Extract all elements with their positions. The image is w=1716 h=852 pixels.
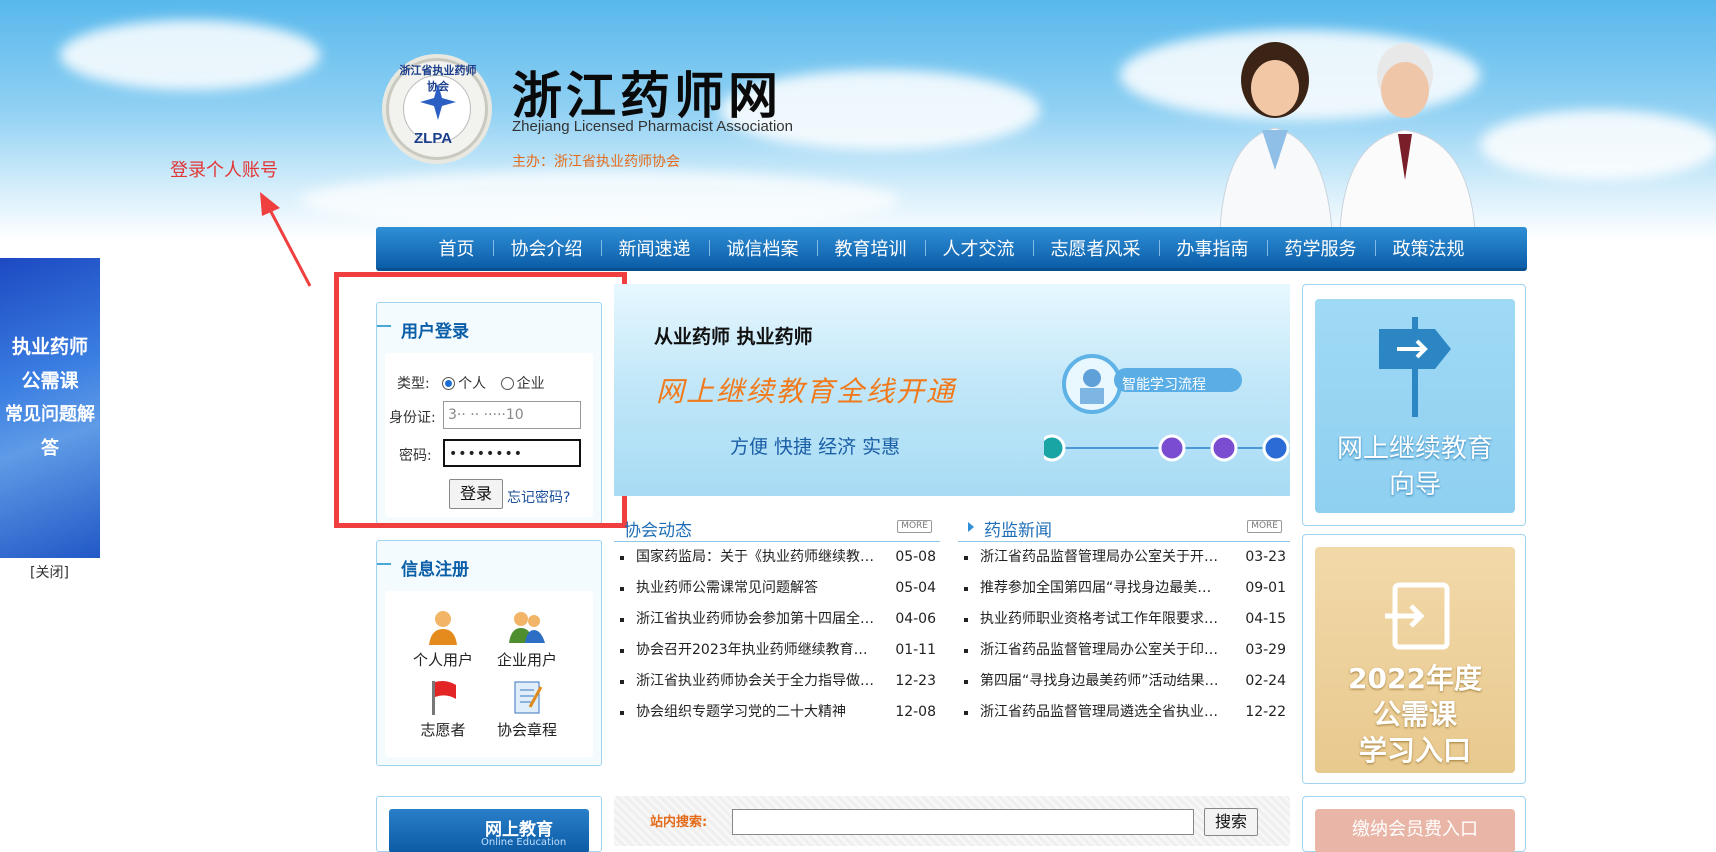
association-news-more[interactable]: MORE [897,520,932,533]
floating-ad-line1: 执业药师 [11,336,88,358]
nav-integrity[interactable]: 诚信档案 [708,235,817,261]
nav-talent[interactable]: 人才交流 [924,235,1033,261]
list-item[interactable]: 浙江省药品监督管理局办公室关于印发的通知03-29 [958,635,1290,666]
register-volunteer-label: 志愿者 [420,721,466,739]
nav-news[interactable]: 新闻速递 [600,235,709,261]
drug-news-more[interactable]: MORE [1247,520,1282,533]
nav-education[interactable]: 教育培训 [816,235,925,261]
learning-flow-graphic [1044,354,1290,462]
edu-guide-line1: 网上继续教育 [1336,434,1493,464]
site-subtitle: Zhejiang Licensed Pharmacist Association [512,118,793,135]
register-charter-label: 协会章程 [496,721,557,739]
list-item[interactable]: 浙江省药品监督管理局遴选全省执业药师 12-22 [958,697,1290,728]
register-volunteer[interactable]: 志愿者 [403,679,483,740]
register-charter[interactable]: 协会章程 [487,679,567,740]
list-item[interactable]: 协会召开2023年执业药师继续教育工作会议01-11 [614,635,940,666]
nav-about[interactable]: 协会介绍 [492,235,601,261]
edu-guide-line2: 向导 [1388,470,1441,500]
list-item[interactable]: 第四届“寻找身边最美药师”活动结果公示 02-24 [958,666,1290,697]
register-personal-label: 个人用户 [412,651,473,669]
star-icon [420,84,456,120]
association-news-title: 协会动态 [624,521,692,541]
person-icon [429,611,457,645]
enter-icon [1385,582,1450,650]
online-edu-button[interactable]: 网上教育 Online Education [389,809,589,852]
membership-label: 缴纳会员费入口 [1315,809,1515,852]
nav-pharmacy-service[interactable]: 药学服务 [1266,235,1375,261]
annotation-label: 登录个人账号 [170,160,278,181]
annotation-arrow-icon [260,192,312,287]
list-item[interactable]: 国家药监局：关于《执业药师继续教育暂行规定》的公告05-08 [614,542,940,573]
logo-abbr: ZLPA [414,130,453,147]
register-title: 信息注册 [401,560,469,580]
public-course-card[interactable]: 2022年度 公需课 学习入口 [1302,534,1526,784]
triangle-right-icon [968,522,974,532]
floating-ad-close[interactable]: [关闭] [30,562,69,582]
banner-line2: 网上继续教育全线开通 [656,375,957,408]
flow-label: 智能学习流程 [1122,377,1206,393]
list-item[interactable]: 浙江省执业药师协会参加第十四届全国执业药师大会04-06 [614,604,940,635]
highlight-frame [334,272,627,528]
list-item[interactable]: 浙江省药品监督管理局办公室关于开展相关工作的通知03-23 [958,542,1290,573]
nav-home[interactable]: 首页 [421,235,493,261]
register-enterprise[interactable]: 企业用户 [487,609,567,670]
register-panel: 信息注册 个人用户 企业用户 志愿者 协会章程 [376,540,602,766]
flag-icon [432,681,456,715]
register-enterprise-label: 企业用户 [496,651,557,669]
register-personal[interactable]: 个人用户 [403,609,483,670]
membership-card[interactable]: 缴纳会员费入口 [1302,796,1526,852]
doctors-illustration [1219,42,1476,230]
main-nav: 首页 协会介绍 新闻速递 诚信档案 教育培训 人才交流 志愿者风采 办事指南 药… [376,227,1527,271]
list-item[interactable]: 推荐参加全国第四届“寻找身边最美药师”活动09-01 [958,573,1290,604]
list-item[interactable]: 协会组织专题学习党的二十大精神 12-08 [614,697,940,728]
edu-guide-card[interactable]: 网上继续教育 向导 [1302,284,1526,526]
online-edu-panel: 网上教育 Online Education [376,796,602,852]
online-edu-subtitle: Online Education [481,837,567,848]
list-item[interactable]: 浙江省执业药师协会关于全力指导做好疫情防控12-23 [614,666,940,697]
search-input[interactable] [732,809,1194,835]
search-button[interactable]: 搜索 [1204,808,1258,836]
promo-banner[interactable]: 从业药师 执业药师 网上继续教育全线开通 方便 快捷 经济 实惠 智能学习流程 [614,284,1290,496]
banner-line1: 从业药师 执业药师 [654,326,813,348]
list-item[interactable]: 执业药师公需课常见问题解答 05-04 [614,573,940,604]
nav-guide[interactable]: 办事指南 [1158,235,1267,261]
search-label: 站内搜索: [650,815,708,830]
drug-news: 药监新闻 MORE 浙江省药品监督管理局办公室关于开展相关工作的通知03-23 … [958,508,1290,728]
nav-policy[interactable]: 政策法规 [1374,235,1483,261]
floating-ad-line3: 常见问题解答 [5,404,95,459]
banner-line3: 方便 快捷 经济 实惠 [730,436,901,458]
floating-ad[interactable]: 执业药师 公需课 常见问题解答 [0,258,100,558]
list-item[interactable]: 执业药师职业资格考试工作年限要求说明 04-15 [958,604,1290,635]
site-host: 主办：浙江省执业药师协会 [512,154,680,170]
signpost-icon [1379,317,1451,417]
drug-news-title: 药监新闻 [984,521,1052,541]
users-icon [509,612,545,643]
public-course-line2: 公需课 [1372,698,1457,731]
public-course-line3: 学习入口 [1358,734,1471,767]
nav-volunteers[interactable]: 志愿者风采 [1032,235,1159,261]
site-search: 站内搜索: 搜索 [614,796,1290,846]
notebook-icon [514,681,543,714]
public-course-line1: 2022年度 [1348,662,1482,695]
association-news: 协会动态 MORE 国家药监局：关于《执业药师继续教育暂行规定》的公告05-08… [614,508,940,728]
floating-ad-line2: 公需课 [21,370,79,392]
